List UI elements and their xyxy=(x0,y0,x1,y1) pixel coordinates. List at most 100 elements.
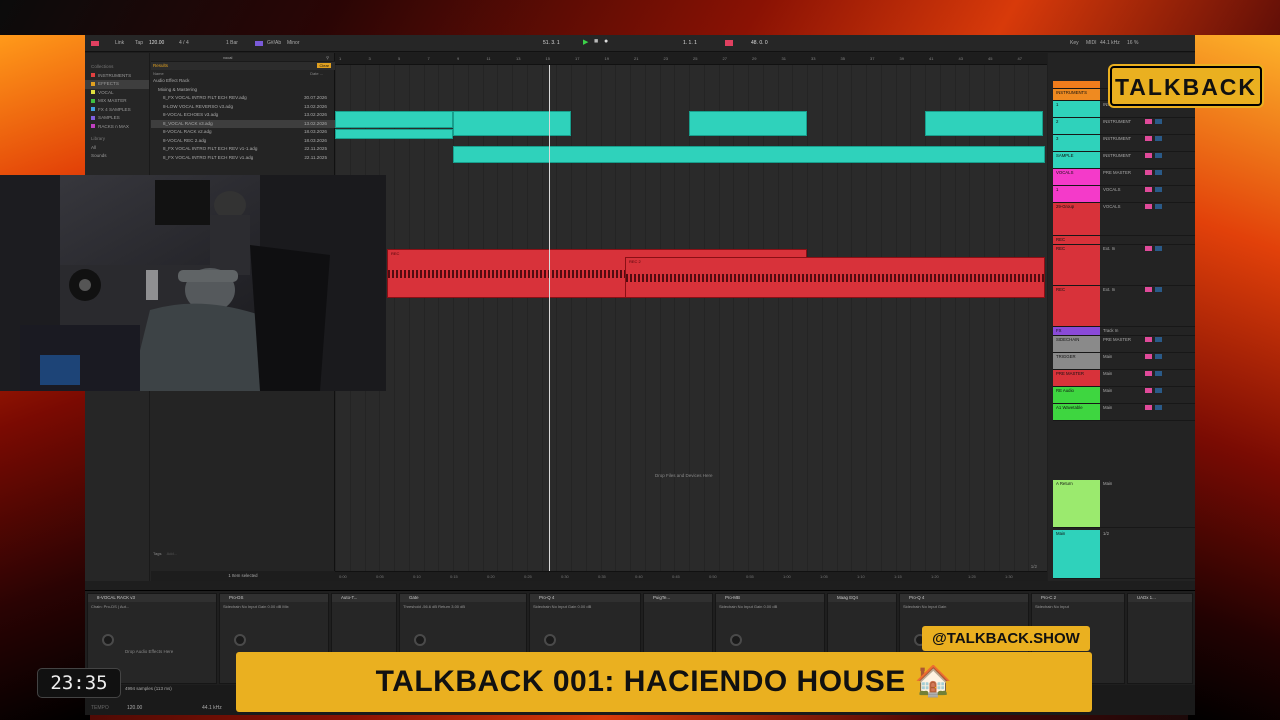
app-icon[interactable] xyxy=(91,41,99,46)
track-output[interactable]: Main xyxy=(1103,481,1112,486)
track-io-select[interactable]: Ext. In xyxy=(1103,246,1115,251)
playhead[interactable] xyxy=(549,65,550,581)
collection-item[interactable]: EFFECTS xyxy=(85,80,149,89)
tempo-field[interactable]: 120.00 xyxy=(149,40,164,46)
track-activator-button[interactable] xyxy=(1145,371,1152,376)
track-io-select[interactable]: Ext. In xyxy=(1103,287,1115,292)
main-track[interactable]: Main 1/2 xyxy=(1053,530,1195,579)
track-activator-button[interactable] xyxy=(1145,388,1152,393)
loop-length[interactable]: 48. 0. 0 xyxy=(751,40,768,46)
track-io-select[interactable]: INSTRUMENT xyxy=(1103,153,1131,158)
knob-icon[interactable] xyxy=(414,634,426,646)
midi-clip[interactable] xyxy=(335,111,453,128)
track-io-select[interactable]: Main xyxy=(1103,371,1112,376)
track-activator-button[interactable] xyxy=(1145,246,1152,251)
arrangement-position[interactable]: 51. 3. 1 xyxy=(543,40,560,46)
collection-item[interactable]: INSTRUMENTS xyxy=(85,72,149,81)
mixer-track[interactable]: 1 VOCALS xyxy=(1053,186,1195,203)
track-solo-button[interactable] xyxy=(1155,204,1162,209)
mixer-track[interactable]: VOCALS PRE MASTER xyxy=(1053,169,1195,186)
key-select[interactable]: G#/Ab xyxy=(267,40,281,46)
bar-ruler[interactable]: 1 3 5 7 9 11 13 15 17 19 21 23 25 27 29 31 33 35 37 39 41 43 4… xyxy=(335,53,1047,65)
track-io-select[interactable]: Main xyxy=(1103,388,1112,393)
track-solo-button[interactable] xyxy=(1155,337,1162,342)
audio-clip-rec-2[interactable]: REC 2 xyxy=(625,257,1045,298)
track-activator-button[interactable] xyxy=(1145,187,1152,192)
midi-clip[interactable] xyxy=(453,111,571,136)
track-output[interactable]: 1/2 xyxy=(1103,531,1109,536)
loop-start[interactable]: 1. 1. 1 xyxy=(683,40,697,46)
mixer-track[interactable]: SAMPLE INSTRUMENT xyxy=(1053,152,1195,169)
device-title[interactable]: UADx 1... xyxy=(1128,594,1192,602)
mixer-track[interactable]: 29-Group VOCALS xyxy=(1053,203,1195,236)
track-io-select[interactable]: Main xyxy=(1103,354,1112,359)
device-title[interactable]: Pro-Q 4 xyxy=(900,594,1028,602)
track-solo-button[interactable] xyxy=(1155,119,1162,124)
track-solo-button[interactable] xyxy=(1155,287,1162,292)
mixer-track[interactable]: PRE MASTER Main xyxy=(1053,370,1195,387)
date-column-header[interactable]: Date ... xyxy=(310,71,323,76)
browser-result-row[interactable]: 8-LOW VOCAL REVERSO v3.adg 13.02.2026 xyxy=(151,103,335,112)
mixer-track[interactable]: TRIGGER Main xyxy=(1053,353,1195,370)
track-solo-button[interactable] xyxy=(1155,170,1162,175)
browser-result-row[interactable]: 8_FX VOCAL INTRO FILT ECH REV v1-1.adg 22… xyxy=(151,145,335,154)
midi-clip[interactable] xyxy=(335,129,453,139)
device-title[interactable]: 8-VOCAL RACK v3 xyxy=(88,594,216,602)
mixer-track[interactable]: RE Audio Main xyxy=(1053,387,1195,404)
browser-result-row[interactable]: 8-VOCAL REC 2.adg 18.03.2026 xyxy=(151,137,335,146)
track-activator-button[interactable] xyxy=(1145,136,1152,141)
record-icon[interactable]: ● xyxy=(604,38,608,45)
knob-icon[interactable] xyxy=(544,634,556,646)
browser-result-row[interactable]: Mixing & Mastering xyxy=(151,86,335,95)
device-title[interactable]: Pro-MB xyxy=(716,594,824,602)
track-solo-button[interactable] xyxy=(1155,136,1162,141)
browser-result-row[interactable]: 8_FX VOCAL INTRO FILT ECH REV v1.adg 22.1… xyxy=(151,154,335,163)
track-activator-button[interactable] xyxy=(1145,354,1152,359)
mixer-track[interactable]: SIDECHAIN PRE MASTER xyxy=(1053,336,1195,353)
device-title[interactable]: Auto-T... xyxy=(332,594,396,602)
tags-input[interactable]: Add... xyxy=(167,551,177,556)
return-track[interactable]: A Return Main xyxy=(1053,480,1195,528)
device-title[interactable]: Pro-Q 4 xyxy=(530,594,640,602)
stop-icon[interactable]: ■ xyxy=(594,38,598,45)
device-title[interactable]: Pro-DS xyxy=(220,594,328,602)
time-ruler[interactable]: 0:00 0:05 0:10 0:15 0:20 0:25 0:30 0:35 0:40 0:45… xyxy=(335,571,1047,581)
track-activator-button[interactable] xyxy=(1145,153,1152,158)
browser-result-row[interactable]: 8_VOCAL RACK v3.adg 13.02.2026 xyxy=(151,119,335,128)
browser-result-row[interactable]: 8_FX VOCAL INTRO FILT ECH REV.adg 30.07.2… xyxy=(151,94,335,103)
device-title[interactable]: PuigTe... xyxy=(644,594,712,602)
track-io-select[interactable]: PRE MASTER xyxy=(1103,337,1131,342)
browser-result-row[interactable]: 8-VOCAL RACK v2.adg 18.03.2026 xyxy=(151,128,335,137)
device-title[interactable]: Gate xyxy=(400,594,526,602)
browser-search-input[interactable]: vocal xyxy=(223,55,232,60)
collection-item[interactable]: RACKS n MAX xyxy=(85,123,149,132)
knob-icon[interactable] xyxy=(102,634,114,646)
name-column-header[interactable]: Name xyxy=(153,71,164,76)
track-solo-button[interactable] xyxy=(1155,388,1162,393)
link-button[interactable]: Link xyxy=(115,40,124,46)
track-io-select[interactable]: INSTRUMENT xyxy=(1103,136,1131,141)
track-io-select[interactable]: Track In xyxy=(1103,328,1118,333)
loop-toggle-icon[interactable] xyxy=(725,40,733,46)
mixer-track[interactable]: FX Track In xyxy=(1053,327,1195,336)
track-solo-button[interactable] xyxy=(1155,405,1162,410)
collection-item[interactable]: SAMPLES xyxy=(85,114,149,123)
knob-icon[interactable] xyxy=(730,634,742,646)
track-activator-button[interactable] xyxy=(1145,204,1152,209)
track-solo-button[interactable] xyxy=(1155,246,1162,251)
device[interactable]: UADx 1... xyxy=(1127,593,1193,684)
browser-result-row[interactable]: 8-VOCAL ECHOES v3.adg 13.02.2026 xyxy=(151,111,335,120)
device-title[interactable]: Pro-C 2 xyxy=(1032,594,1124,602)
track-io-select[interactable]: VOCALS xyxy=(1103,204,1120,209)
mixer-track[interactable]: REC xyxy=(1053,236,1195,245)
device-title[interactable]: Maag EQ4 xyxy=(828,594,896,602)
mixer-track[interactable]: A1 Wavetable Main xyxy=(1053,404,1195,421)
track-solo-button[interactable] xyxy=(1155,371,1162,376)
track-activator-button[interactable] xyxy=(1145,405,1152,410)
mixer-track[interactable]: 3 INSTRUMENT xyxy=(1053,135,1195,152)
track-solo-button[interactable] xyxy=(1155,187,1162,192)
collection-item[interactable]: MIX MASTER xyxy=(85,97,149,106)
scale-select[interactable]: Minor xyxy=(287,40,300,46)
clear-button[interactable]: Clear xyxy=(317,63,331,68)
midi-clip[interactable] xyxy=(453,146,1045,163)
